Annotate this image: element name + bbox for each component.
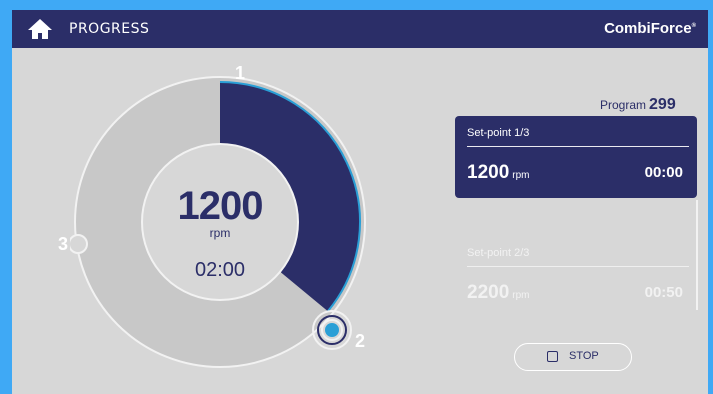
stop-square-icon (547, 351, 558, 362)
setpoint-divider (467, 146, 689, 147)
brand-name: CombiForce (604, 20, 692, 37)
setpoint-rpm-value: 2200 (467, 282, 510, 303)
brand-mark: ® (691, 23, 696, 29)
brand-logo: CombiForce® (604, 20, 696, 37)
marker-label-3: 3 (58, 234, 69, 254)
setpoint-rpm-unit: rpm (512, 170, 530, 181)
program-number: 299 (649, 96, 676, 113)
setpoint-scrollbar[interactable] (696, 200, 698, 310)
home-button[interactable] (26, 17, 54, 41)
program-label: Program (600, 98, 647, 112)
setpoint-time: 00:50 (644, 284, 683, 301)
setpoint-card-2[interactable]: Set-point 2/3 2200 rpm 00:50 (455, 236, 697, 318)
top-bar: PROGRESS CombiForce® (12, 10, 708, 48)
setpoint-label: Set-point 1/3 (467, 127, 530, 139)
marker-label-1: 1 (235, 63, 246, 83)
setpoint-rpm-value: 1200 (467, 162, 510, 183)
marker-label-2: 2 (355, 331, 366, 351)
setpoint-card-1[interactable]: Set-point 1/3 1200 rpm 00:00 (455, 116, 697, 198)
progress-screen: PROGRESS CombiForce® 1200 rpm 02:00 1 2 … (12, 10, 708, 394)
progress-gauge: 1200 rpm 02:00 1 2 3 (58, 63, 370, 372)
setpoint-2-marker[interactable] (312, 310, 352, 350)
setpoint-rpm-unit: rpm (512, 290, 530, 301)
setpoint-rpm: 1200 rpm (467, 162, 530, 184)
program-indicator: Program 299 (600, 96, 676, 114)
stop-button[interactable]: STOP (514, 343, 632, 371)
gauge-ring (70, 76, 366, 368)
setpoint-rpm: 2200 rpm (467, 282, 530, 304)
setpoint-time: 00:00 (644, 164, 683, 181)
setpoint-divider (467, 266, 689, 267)
page-title: PROGRESS (69, 21, 150, 37)
home-icon (28, 19, 52, 39)
setpoint-label: Set-point 2/3 (467, 247, 530, 259)
setpoint-3-marker[interactable] (70, 234, 88, 254)
stop-label: STOP (569, 350, 599, 362)
